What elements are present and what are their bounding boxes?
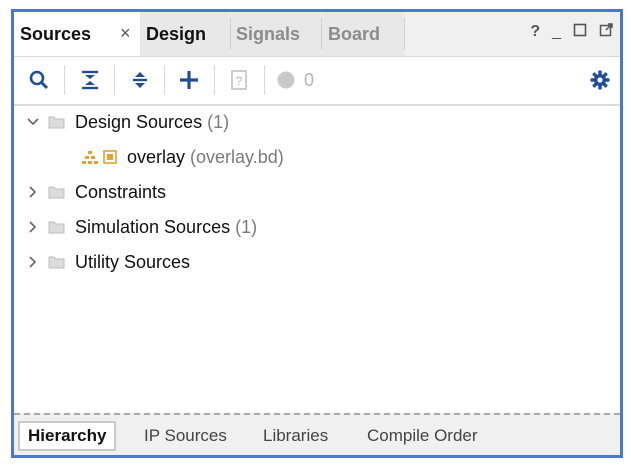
gear-icon[interactable] (588, 67, 612, 93)
tab-sources-label: Sources (20, 23, 92, 44)
tree-item-filename: (overlay.bd) (190, 146, 284, 167)
tab-signals[interactable]: Signals (231, 12, 321, 56)
tab-board-label: Board (328, 23, 381, 44)
minimize-icon[interactable]: _ (552, 23, 561, 41)
collapse-all-icon[interactable] (77, 67, 103, 93)
expand-all-icon[interactable] (127, 67, 153, 93)
tab-divider (404, 18, 405, 50)
message-dot-icon (277, 71, 295, 89)
tab-compile-order[interactable]: Compile Order (367, 423, 478, 449)
tab-board[interactable]: Board (322, 12, 404, 56)
folder-icon (48, 185, 65, 199)
tree-item-count: (1) (235, 216, 258, 237)
design-block-icon (103, 150, 117, 164)
window-controls: ? _ (530, 22, 614, 42)
tree-item-overlay[interactable]: overlay (overlay.bd) (82, 142, 284, 172)
tab-sources[interactable]: Sources × (14, 12, 140, 56)
tree-item-simulation-sources[interactable]: Simulation Sources (1) (26, 212, 257, 242)
toolbar-divider (164, 65, 165, 95)
maximize-icon[interactable] (573, 23, 587, 42)
tab-design-label: Design (146, 23, 207, 44)
tree-item-label: Utility Sources (75, 251, 191, 272)
tab-libraries[interactable]: Libraries (263, 423, 328, 449)
close-icon[interactable]: × (120, 23, 131, 44)
chevron-right-icon[interactable] (26, 221, 40, 233)
folder-icon (48, 220, 65, 234)
help-icon[interactable]: ? (530, 23, 540, 41)
bottom-tab-bar: Hierarchy IP Sources Libraries Compile O… (14, 413, 620, 455)
float-icon[interactable] (599, 22, 614, 42)
sources-toolbar: ? 0 (14, 57, 620, 106)
toolbar-divider (214, 65, 215, 95)
search-icon[interactable] (26, 67, 52, 93)
tab-hierarchy[interactable]: Hierarchy (18, 421, 117, 451)
tab-signals-label: Signals (236, 23, 301, 44)
chevron-right-icon[interactable] (26, 186, 40, 198)
tree-item-label: Constraints (75, 181, 167, 202)
tab-ip-sources[interactable]: IP Sources (144, 423, 227, 449)
chevron-right-icon[interactable] (26, 256, 40, 268)
svg-text:?: ? (236, 74, 243, 88)
folder-icon (48, 255, 65, 269)
tab-design[interactable]: Design (140, 12, 230, 56)
tree-item-count: (1) (207, 111, 230, 132)
tree-item-design-sources[interactable]: Design Sources (1) (26, 107, 229, 137)
panel-tab-bar: Sources × Design Signals Board ? _ (14, 12, 620, 57)
toolbar-divider (114, 65, 115, 95)
block-design-icon (82, 150, 98, 164)
tree-item-label: Simulation Sources (75, 216, 231, 237)
folder-icon (48, 115, 65, 129)
tree-item-constraints[interactable]: Constraints (26, 177, 166, 207)
sources-panel: Sources × Design Signals Board ? _ ? 0 D… (11, 9, 623, 458)
tree-item-label: overlay (127, 146, 186, 167)
message-count: 0 (304, 69, 315, 90)
messages-indicator[interactable]: 0 (276, 67, 326, 93)
tree-item-utility-sources[interactable]: Utility Sources (26, 247, 190, 277)
add-sources-icon[interactable] (176, 67, 202, 93)
unknown-file-icon[interactable]: ? (226, 67, 252, 93)
chevron-down-icon[interactable] (26, 118, 40, 126)
tree-item-label: Design Sources (75, 111, 203, 132)
toolbar-divider (64, 65, 65, 95)
toolbar-divider (264, 65, 265, 95)
